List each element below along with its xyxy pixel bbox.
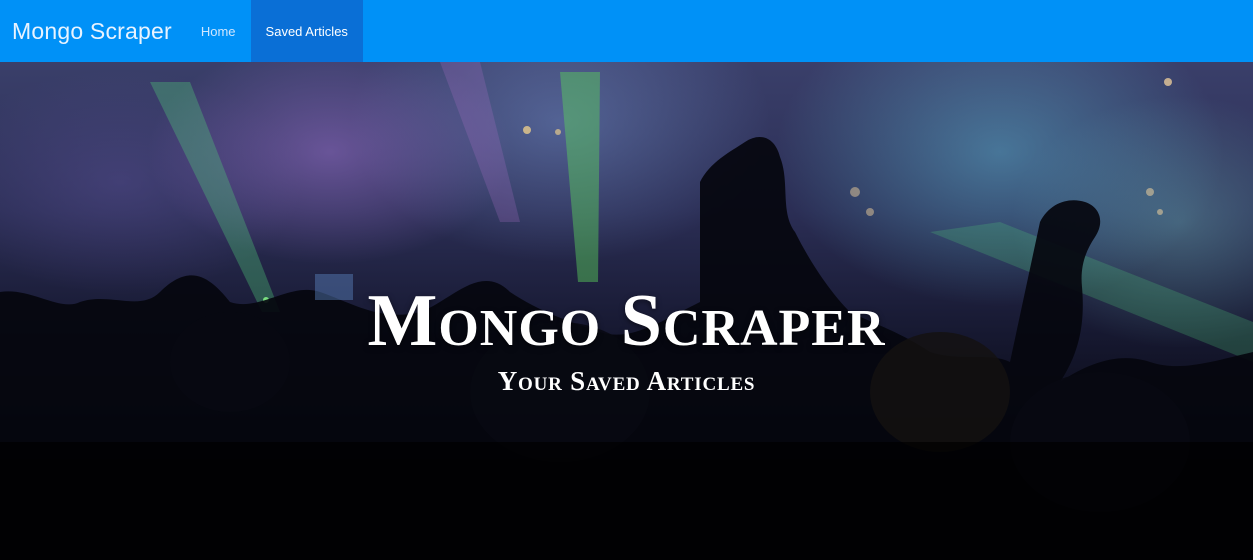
- hero-banner: Mongo Scraper Your Saved Articles: [0, 62, 1253, 560]
- nav-link-home[interactable]: Home: [186, 0, 251, 62]
- nav-link-saved-articles[interactable]: Saved Articles: [250, 0, 363, 62]
- hero-subtitle: Your Saved Articles: [497, 366, 756, 397]
- hero-title: Mongo Scraper: [367, 279, 886, 362]
- navbar: Mongo Scraper Home Saved Articles: [0, 0, 1253, 62]
- brand-link[interactable]: Mongo Scraper: [0, 0, 186, 62]
